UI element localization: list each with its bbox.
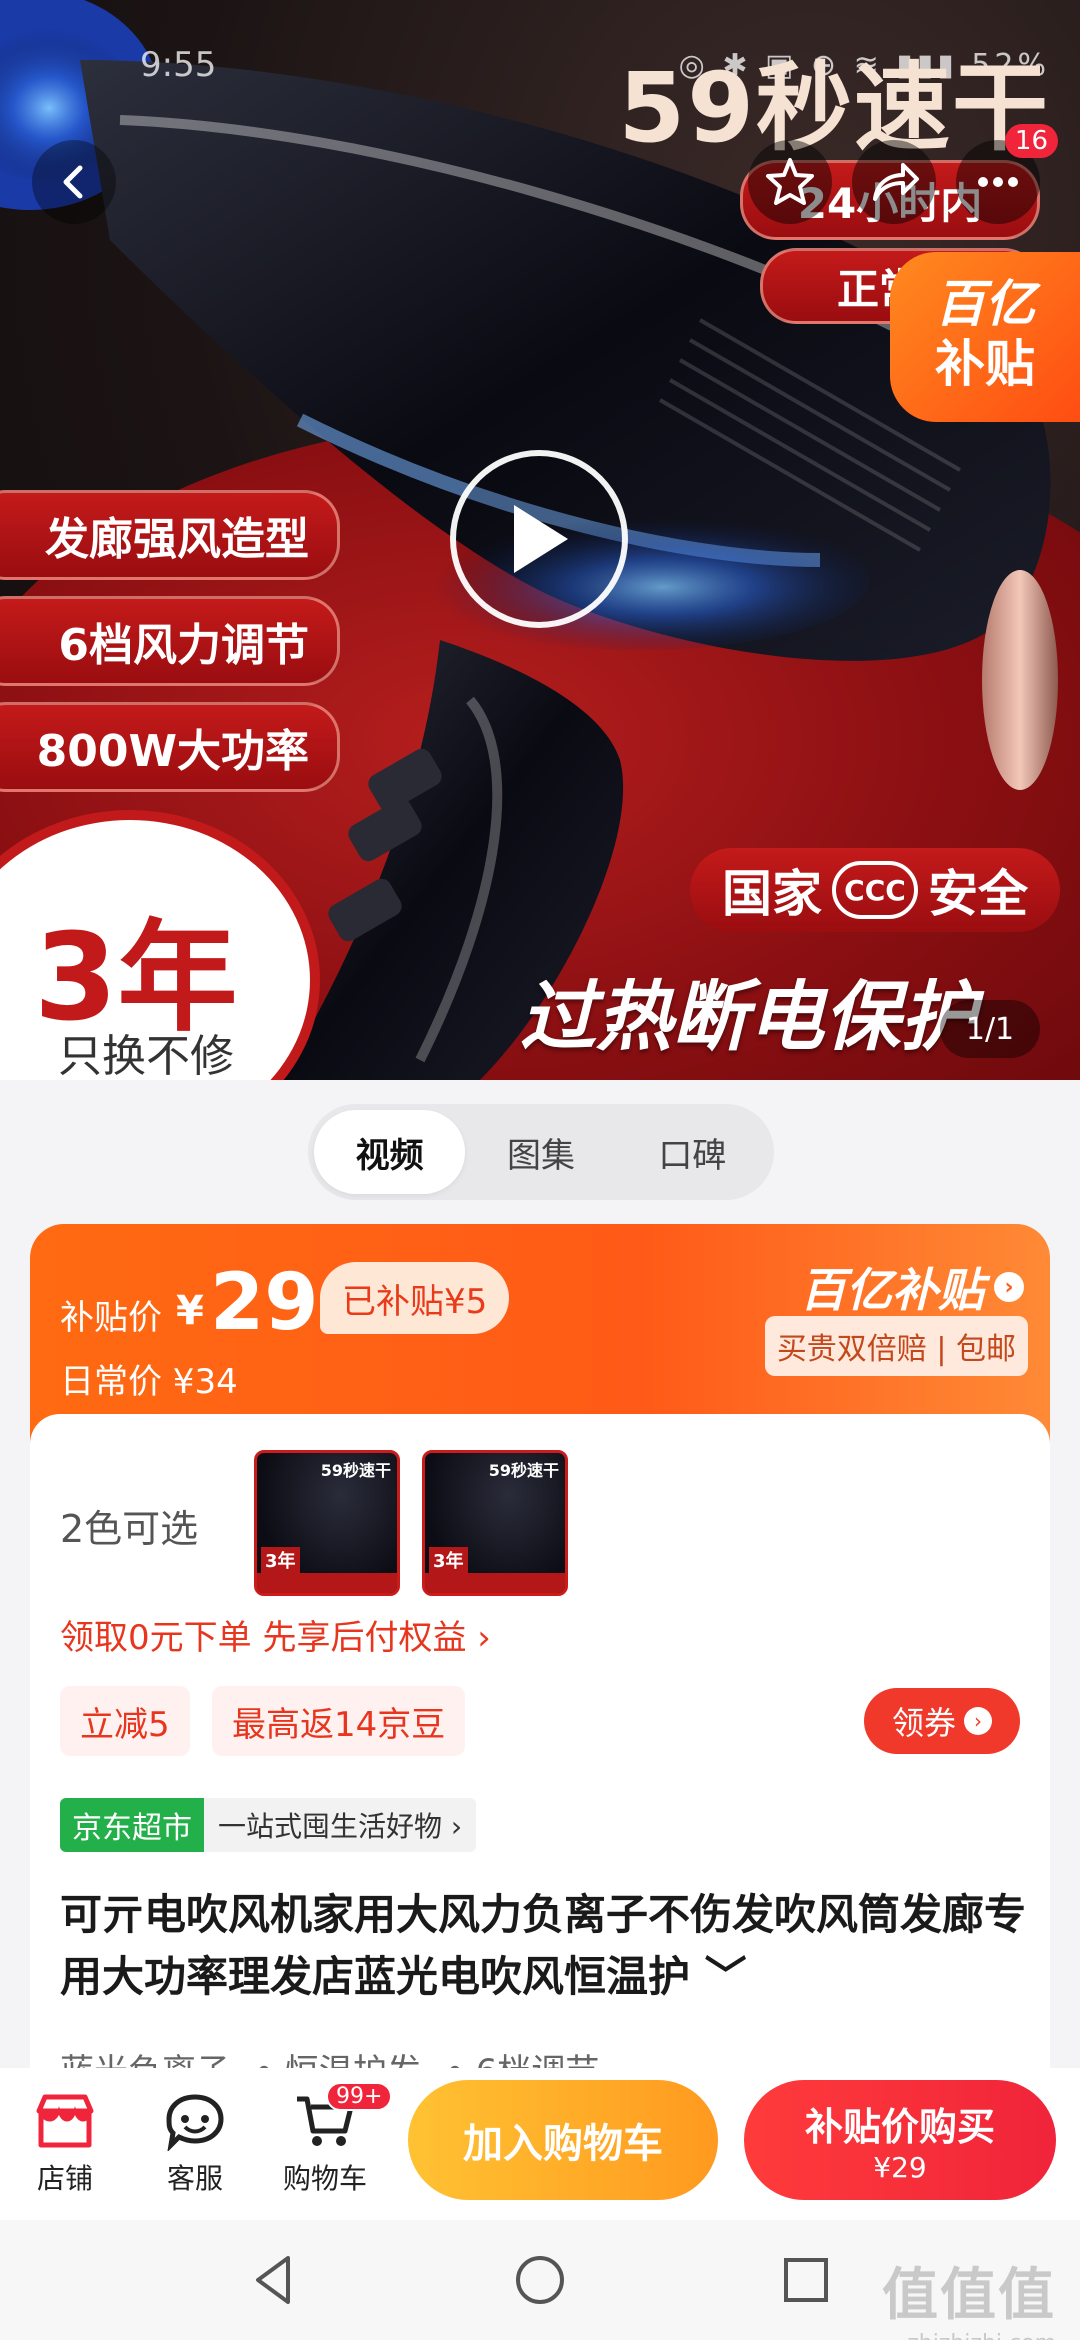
cart-button[interactable]: 99+ 购物车 <box>260 2068 393 2220</box>
play-icon <box>514 505 568 573</box>
thumb-bar <box>257 1573 397 1593</box>
safety-left: 国家 <box>722 865 822 923</box>
instant-discount-chip: 立减5 <box>60 1686 190 1756</box>
product-page: 9:55 ◎ ✱ ▣ ⊕ ≋ ▮▮▮ 52% 59秒速干 24小时内 正常发 百… <box>0 0 1080 2340</box>
thumb-caption: 59秒速干 <box>320 1461 391 1480</box>
product-title[interactable]: 可亓电吹风机家用大风力负离子不伤发吹风筒发廊专用大功率理发店蓝光电吹风恒温护 ﹀ <box>60 1884 1030 2008</box>
currency-symbol: ¥ <box>176 1288 204 1334</box>
national-safety-badge: 国家 CCC 安全 <box>690 848 1060 932</box>
more-dots-icon <box>978 177 1018 187</box>
price-banner: 补贴价 ¥ 29 已补贴¥5 日常价 ¥34 百亿补贴 › 买贵双倍赔 | 包邮 <box>30 1224 1050 1444</box>
watermark-logo: 值值值 <box>882 2263 1056 2328</box>
thumb-badge: 3年 <box>429 1547 468 1573</box>
color-options-label[interactable]: 2色可选 <box>60 1498 198 1553</box>
daily-price: 日常价 ¥34 <box>60 1362 238 1402</box>
media-tabs: 视频 图集 口碑 <box>308 1104 774 1200</box>
buy-now-label: 补贴价购买 <box>804 2105 995 2149</box>
chevron-right-icon: › <box>994 1272 1024 1302</box>
cart-label: 购物车 <box>282 2162 367 2195</box>
share-icon <box>873 163 919 201</box>
add-to-cart-button[interactable]: 加入购物车 <box>408 2080 718 2200</box>
billion-subsidy-logo-text: 百亿补贴 <box>800 1263 984 1317</box>
safety-right: 安全 <box>928 865 1028 923</box>
subsidy-tag-line1: 百亿 <box>935 275 1035 333</box>
billion-subsidy-tag: 百亿 补贴 <box>890 252 1080 422</box>
tab-video[interactable]: 视频 <box>314 1110 466 1194</box>
shop-icon <box>36 2094 94 2148</box>
favorite-button[interactable] <box>748 140 832 224</box>
hero-feature-2: 6档风力调节 <box>0 596 340 686</box>
top-action-group: 16 <box>748 124 1058 224</box>
product-hero-image[interactable]: 9:55 ◎ ✱ ▣ ⊕ ≋ ▮▮▮ 52% 59秒速干 24小时内 正常发 百… <box>0 0 1080 1080</box>
nav-back-icon[interactable] <box>244 2250 304 2310</box>
color-variant-thumb-1[interactable]: 59秒速干 3年 <box>254 1450 400 1596</box>
pay-later-link[interactable]: 领取0元下单 先享后付权益 › <box>60 1610 491 1659</box>
jd-supermarket-tag[interactable]: 京东超市 一站式囤生活好物 › <box>60 1798 477 1852</box>
cart-count-badge: 99+ <box>326 2082 393 2111</box>
jd-supermarket-slogan: 一站式囤生活好物 › <box>218 1810 463 1843</box>
jd-beans-chip: 最高返14京豆 <box>212 1686 466 1756</box>
thumb-badge: 3年 <box>261 1547 300 1573</box>
chevron-right-icon: › <box>964 1707 992 1735</box>
chevron-left-icon <box>63 165 83 199</box>
shop-button[interactable]: 店铺 <box>0 2068 130 2220</box>
shop-label: 店铺 <box>36 2162 93 2195</box>
subsidy-price: 29 <box>210 1258 319 1348</box>
purchase-bar: 店铺 客服 99+ 购物车 加入购物车 补贴价购买 ¥29 <box>0 2068 1080 2220</box>
jd-supermarket-label: 京东超市 <box>60 1798 204 1852</box>
chat-bubble-icon <box>166 2094 224 2151</box>
guarantee-claim: 买贵双倍赔 | 包邮 <box>764 1316 1028 1376</box>
get-coupon-button[interactable]: 领券 › <box>864 1688 1020 1754</box>
back-button[interactable] <box>32 140 116 224</box>
guarantee-text: 只换不修 <box>58 1031 234 1080</box>
customer-service-label: 客服 <box>166 2162 223 2195</box>
coupon-label: 领券 <box>891 1704 956 1742</box>
color-variant-thumb-2[interactable]: 59秒速干 3年 <box>422 1450 568 1596</box>
customer-service-button[interactable]: 客服 <box>130 2068 260 2220</box>
product-title-text: 可亓电吹风机家用大风力负离子不伤发吹风筒发廊专用大功率理发店蓝光电吹风恒温护 <box>60 1890 1027 2001</box>
hero-feature-3: 800W大功率 <box>0 702 340 792</box>
subsidized-amount-badge: 已补贴¥5 <box>320 1262 510 1334</box>
subsidy-price-label: 补贴价 <box>60 1298 162 1338</box>
tab-reviews[interactable]: 口碑 <box>617 1110 768 1194</box>
play-video-button[interactable] <box>450 450 628 628</box>
notification-badge: 16 <box>1004 124 1058 158</box>
subsidy-tag-line2: 补贴 <box>935 335 1035 393</box>
buy-now-price: ¥29 <box>873 2151 927 2184</box>
overheat-protection-text: 过热断电保护 <box>520 972 976 1061</box>
thumb-bar <box>425 1573 565 1593</box>
product-info-card: 2色可选 59秒速干 3年 59秒速干 3年 领取0元下单 先享后付权益 › 立… <box>30 1414 1050 2114</box>
star-icon <box>766 158 814 205</box>
watermark-url: zhizhizhi.com <box>882 2331 1056 2340</box>
tab-gallery[interactable]: 图集 <box>465 1110 616 1194</box>
nav-recents-icon[interactable] <box>776 2250 836 2310</box>
billion-subsidy-logo[interactable]: 百亿补贴 › <box>800 1254 1024 1320</box>
share-button[interactable] <box>852 140 936 224</box>
ccc-icon: CCC <box>832 861 918 919</box>
hero-feature-1: 发廊强风造型 <box>0 490 340 580</box>
site-watermark: 值值值 zhizhizhi.com <box>882 2250 1056 2340</box>
thumb-caption: 59秒速干 <box>488 1461 559 1480</box>
status-time: 9:55 <box>140 45 217 85</box>
image-page-indicator: 1/1 <box>940 1000 1040 1058</box>
buy-now-button[interactable]: 补贴价购买 ¥29 <box>744 2080 1056 2200</box>
nav-home-icon[interactable] <box>510 2250 570 2310</box>
chevron-down-icon: ﹀ <box>704 1952 747 2001</box>
more-button[interactable]: 16 <box>956 124 1058 224</box>
